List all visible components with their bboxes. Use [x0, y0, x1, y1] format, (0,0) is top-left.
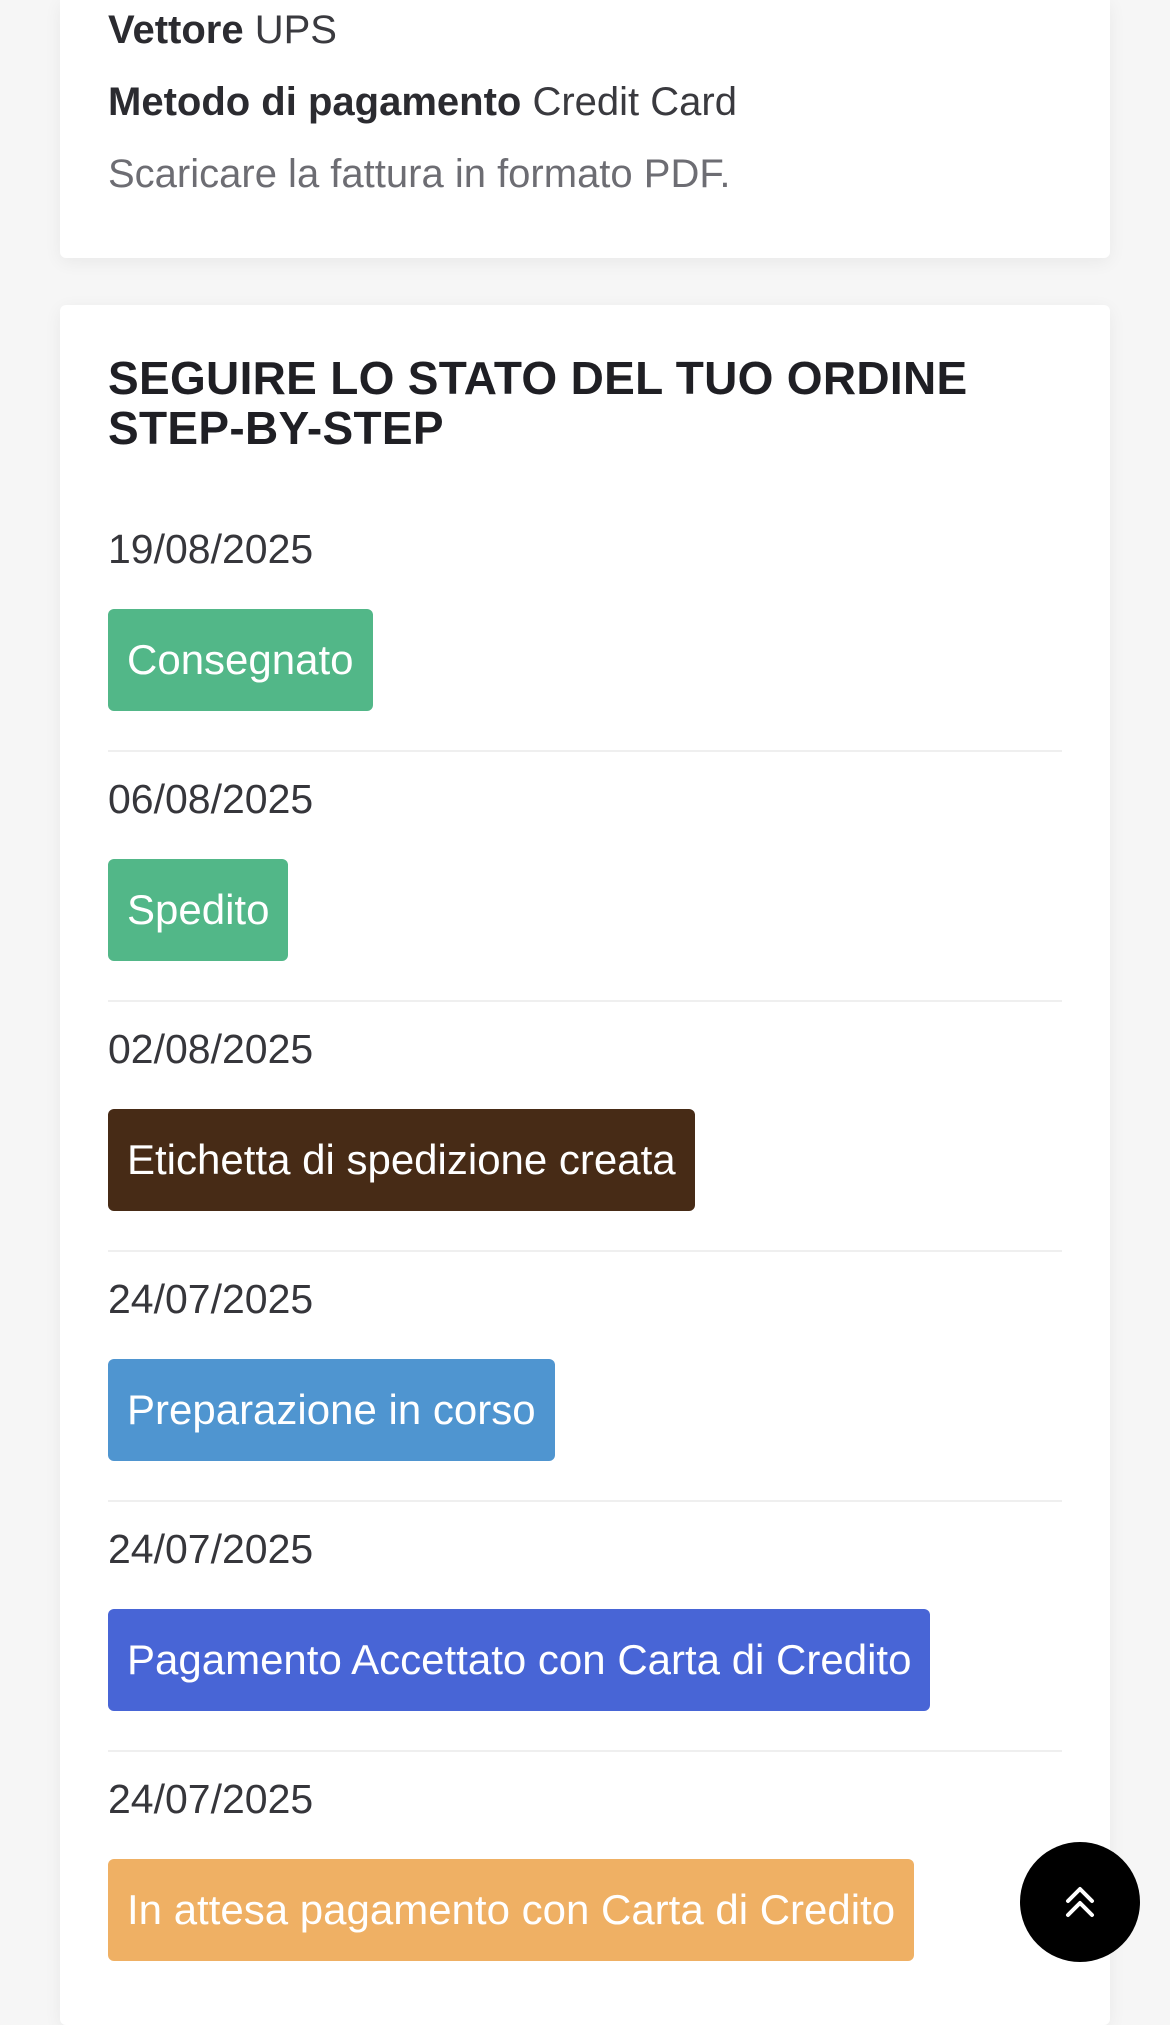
- status-badge: Spedito: [108, 859, 289, 961]
- tracking-title: SEGUIRE LO STATO DEL TUO ORDINE STEP-BY-…: [108, 352, 968, 454]
- carrier-label: Vettore: [108, 8, 244, 52]
- step-date: 24/07/2025: [108, 1776, 314, 1822]
- scroll-to-top-button[interactable]: [1020, 1842, 1140, 1962]
- tracking-steps: 19/08/2025 Consegnato 06/08/2025 Spedito…: [108, 525, 1062, 2023]
- carrier-value: UPS: [254, 8, 337, 52]
- status-badge: Etichetta di spedizione creata: [108, 1109, 695, 1211]
- status-badge: Preparazione in corso: [108, 1359, 555, 1461]
- payment-method-line: Metodo di pagamento Credit Card: [108, 78, 737, 126]
- double-chevron-up-icon: [1066, 1887, 1094, 1917]
- payment-method-label: Metodo di pagamento: [108, 80, 522, 124]
- step-date: 06/08/2025: [108, 776, 314, 822]
- step-date: 02/08/2025: [108, 1026, 314, 1072]
- download-invoice-link[interactable]: Scaricare la fattura in formato PDF.: [108, 150, 730, 198]
- payment-method-value: Credit Card: [532, 80, 737, 124]
- status-badge: Consegnato: [108, 609, 373, 711]
- tracking-step: 24/07/2025 In attesa pagamento con Carta…: [108, 1775, 1062, 2000]
- tracking-step: 24/07/2025 Preparazione in corso: [108, 1275, 1062, 1502]
- step-date: 19/08/2025: [108, 526, 314, 572]
- order-tracking-card: SEGUIRE LO STATO DEL TUO ORDINE STEP-BY-…: [60, 305, 1110, 2025]
- step-date: 24/07/2025: [108, 1526, 314, 1572]
- tracking-step: 19/08/2025 Consegnato: [108, 525, 1062, 752]
- status-badge: Pagamento Accettato con Carta di Credito: [108, 1609, 931, 1711]
- status-badge: In attesa pagamento con Carta di Credito: [108, 1859, 915, 1961]
- tracking-step: 06/08/2025 Spedito: [108, 775, 1062, 1002]
- carrier-line: Vettore UPS: [108, 6, 337, 54]
- tracking-step: 24/07/2025 Pagamento Accettato con Carta…: [108, 1525, 1062, 1752]
- step-date: 24/07/2025: [108, 1276, 314, 1322]
- order-info-card: Vettore UPS Metodo di pagamento Credit C…: [60, 0, 1110, 258]
- tracking-step: 02/08/2025 Etichetta di spedizione creat…: [108, 1025, 1062, 1252]
